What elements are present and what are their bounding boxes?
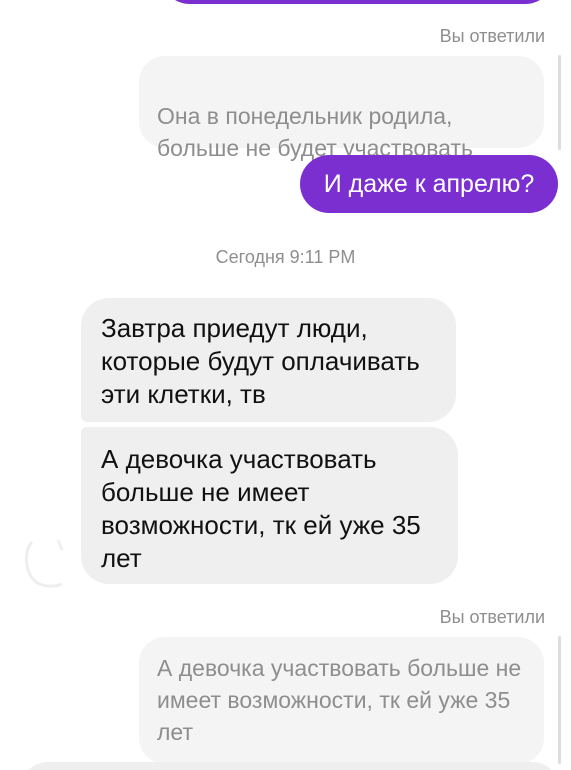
received-message-text: А девочка участвовать больше не имеет во… bbox=[101, 444, 421, 573]
reply-label: Вы ответили bbox=[439, 26, 545, 46]
quoted-message-bubble[interactable]: А девочка участвовать больше не имеет во… bbox=[139, 637, 544, 764]
avatar-icon bbox=[25, 539, 64, 588]
message-bubble-partial[interactable] bbox=[20, 762, 560, 770]
scrollbar-track-bottom[interactable] bbox=[558, 636, 561, 764]
quoted-message-text: Она в понедельник родила, больше не буде… bbox=[157, 103, 473, 161]
chat-screen: Вы ответили Она в понедельник родила, бо… bbox=[0, 0, 571, 770]
quoted-message-text: А девочка участвовать больше не имеет во… bbox=[157, 655, 522, 745]
sent-message-bubble[interactable]: И даже к апрелю? bbox=[300, 155, 558, 213]
received-message-bubble[interactable]: А девочка участвовать больше не имеет во… bbox=[81, 427, 458, 584]
quoted-message-bubble[interactable]: Она в понедельник родила, больше не буде… bbox=[139, 56, 544, 161]
received-message-bubble[interactable]: Завтра приедут люди, которые будут оплач… bbox=[81, 298, 456, 422]
avatar[interactable] bbox=[22, 536, 70, 588]
reply-label: Вы ответили bbox=[439, 607, 545, 627]
received-message-text: Завтра приедут люди, которые будут оплач… bbox=[101, 313, 420, 409]
scrollbar-track-top[interactable] bbox=[558, 55, 561, 150]
timestamp: Сегодня 9:11 PM bbox=[215, 247, 356, 267]
sent-message-bubble-partial[interactable] bbox=[160, 0, 555, 4]
sent-message-text: И даже к апрелю? bbox=[323, 170, 535, 198]
